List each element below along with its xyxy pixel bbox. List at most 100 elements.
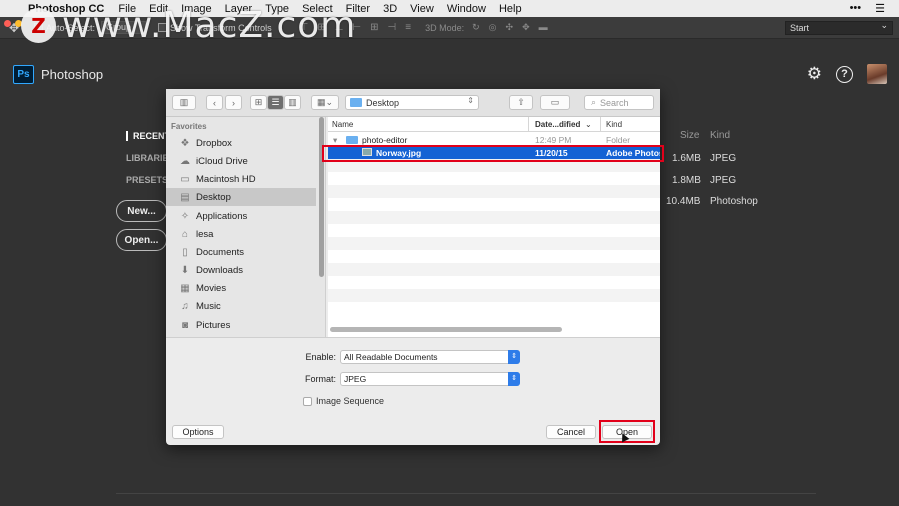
nav-recent[interactable]: RECENT bbox=[126, 131, 170, 141]
updown-icon: ⇕ bbox=[508, 372, 520, 386]
enable-value: All Readable Documents bbox=[344, 352, 438, 362]
sidebar-toggle-icon[interactable]: ▥ bbox=[172, 95, 196, 110]
nav-presets[interactable]: PRESETS bbox=[126, 175, 168, 185]
enable-select[interactable]: All Readable Documents ⇕ bbox=[340, 350, 520, 364]
menu-window[interactable]: Window bbox=[447, 3, 486, 15]
pictures-icon: ◙ bbox=[181, 319, 189, 331]
icon-view-icon[interactable]: ⊞ bbox=[250, 95, 267, 110]
sidebar-item-icloud-drive[interactable]: ☁ iCloud Drive bbox=[166, 152, 316, 170]
camera-icon[interactable]: ▬ bbox=[539, 22, 548, 33]
sidebar-item-pictures[interactable]: ◙ Pictures bbox=[166, 316, 316, 334]
ps-header: Ps Photoshop ⚙ ? bbox=[0, 58, 899, 90]
sidebar-item-macintosh-hd[interactable]: ▭ Macintosh HD bbox=[166, 170, 316, 188]
sidebar-item-documents[interactable]: ▯ Documents bbox=[166, 243, 316, 261]
forward-icon[interactable]: › bbox=[225, 95, 242, 110]
column-view-icon[interactable]: ▥ bbox=[284, 95, 301, 110]
open-button[interactable]: Open... bbox=[116, 229, 167, 251]
empty-row bbox=[328, 211, 660, 224]
recent-size: 1.6MB bbox=[672, 153, 701, 164]
new-button[interactable]: New... bbox=[116, 200, 167, 222]
file-date: 12:49 PM bbox=[535, 135, 572, 145]
column-header-name[interactable]: Name bbox=[332, 120, 353, 129]
highlight-box-file bbox=[322, 145, 664, 162]
sidebar-item-applications[interactable]: ✧ Applications bbox=[166, 207, 316, 225]
size-column-header[interactable]: Size bbox=[680, 130, 699, 141]
workspace-dropdown[interactable]: Start bbox=[785, 19, 893, 35]
help-icon[interactable]: ? bbox=[836, 65, 853, 83]
avatar[interactable] bbox=[867, 64, 887, 84]
horizontal-scrollbar[interactable] bbox=[330, 327, 562, 332]
file-name: photo-editor bbox=[362, 135, 408, 145]
watermark: Z www.MacZ.com bbox=[0, 0, 370, 50]
desktop-icon: ▤ bbox=[180, 191, 190, 203]
back-icon[interactable]: ‹ bbox=[206, 95, 223, 110]
share-icon[interactable]: ⇧ bbox=[509, 95, 533, 110]
chevron-down-icon: ⌄ bbox=[585, 120, 592, 129]
location-popup[interactable]: Desktop ⇕ bbox=[345, 95, 479, 110]
menu-view[interactable]: View bbox=[410, 3, 434, 15]
documents-icon: ▯ bbox=[182, 246, 188, 258]
arrange-icon[interactable]: ▦⌄ bbox=[311, 95, 339, 110]
menu-help[interactable]: Help bbox=[499, 3, 522, 15]
column-header-kind[interactable]: Kind bbox=[606, 120, 622, 129]
file-kind: Folder bbox=[606, 135, 631, 145]
watermark-logo: Z bbox=[21, 8, 56, 43]
cancel-button[interactable]: Cancel bbox=[546, 425, 596, 439]
checkbox-box[interactable] bbox=[303, 396, 312, 406]
kind-column-header[interactable]: Kind bbox=[710, 130, 730, 141]
music-icon: ♫ bbox=[181, 300, 189, 312]
movies-icon: ▦ bbox=[180, 282, 190, 294]
sidebar-item-movies[interactable]: ▦ Movies bbox=[166, 279, 316, 297]
orbit-icon[interactable]: ↻ bbox=[472, 22, 480, 33]
options-button[interactable]: Options bbox=[172, 425, 224, 439]
empty-row bbox=[328, 237, 660, 250]
watermark-text: www.MacZ.com bbox=[62, 5, 357, 46]
sidebar-item-lesa[interactable]: ⌂ lesa bbox=[166, 225, 316, 243]
3d-mode-icons: ↻ ◎ ✣ ✥ ▬ bbox=[472, 22, 548, 33]
tag-icon[interactable]: ▭ bbox=[540, 95, 570, 110]
pan-icon[interactable]: ✣ bbox=[506, 22, 514, 33]
align-right-icon[interactable]: ⊣ bbox=[388, 22, 397, 33]
dialog-options-area: Enable: All Readable Documents ⇕ Format:… bbox=[166, 337, 660, 445]
slide-icon[interactable]: ✥ bbox=[522, 22, 530, 33]
sidebar-item-label: Movies bbox=[196, 282, 227, 294]
dialog-toolbar: ▥ ‹ › ⊞ ☰ ▥ ▦⌄ Desktop ⇕ ⇧ ▭ ⌕ Search bbox=[166, 89, 660, 117]
search-icon: ⌕ bbox=[591, 97, 597, 107]
watermark-logo-letter: Z bbox=[31, 13, 46, 38]
list-icon[interactable]: ☰ bbox=[875, 2, 885, 15]
search-input[interactable]: ⌕ Search bbox=[584, 95, 654, 110]
align-hcenter-icon[interactable]: ⊞ bbox=[370, 22, 378, 33]
sidebar-item-label: Applications bbox=[196, 210, 248, 222]
recent-kind: JPEG bbox=[710, 153, 737, 164]
gear-icon[interactable]: ⚙ bbox=[807, 64, 822, 84]
sidebar-item-downloads[interactable]: ⬇ Downloads bbox=[166, 261, 316, 279]
enable-label: Enable: bbox=[305, 352, 336, 362]
cloud-icon: ☁ bbox=[180, 155, 190, 167]
sidebar-item-label: Dropbox bbox=[196, 137, 232, 149]
file-list-header: Name Date...dified ⌄ Kind bbox=[328, 117, 660, 132]
distribute-icon[interactable]: ≡ bbox=[405, 22, 411, 33]
roll-icon[interactable]: ◎ bbox=[489, 22, 497, 33]
list-view-icon[interactable]: ☰ bbox=[267, 95, 284, 110]
sidebar-item-label: Documents bbox=[196, 246, 245, 258]
menu-3d[interactable]: 3D bbox=[383, 3, 397, 15]
sidebar-item-label: Macintosh HD bbox=[196, 173, 256, 185]
updown-icon: ⇕ bbox=[467, 96, 474, 105]
ps-logo-icon: Ps bbox=[13, 64, 34, 84]
folder-icon bbox=[350, 98, 362, 107]
open-file-dialog: ▥ ‹ › ⊞ ☰ ▥ ▦⌄ Desktop ⇕ ⇧ ▭ ⌕ Search Fa… bbox=[166, 89, 660, 445]
image-sequence-checkbox[interactable]: Image Sequence bbox=[303, 396, 384, 406]
sidebar-item-desktop[interactable]: ▤ Desktop bbox=[166, 188, 316, 206]
empty-row bbox=[328, 185, 660, 198]
empty-row bbox=[328, 289, 660, 302]
format-select[interactable]: JPEG ⇕ bbox=[340, 372, 520, 386]
column-header-date[interactable]: Date...dified bbox=[535, 120, 580, 129]
more-icon[interactable]: ••• bbox=[850, 2, 862, 15]
sidebar-scrollbar[interactable] bbox=[319, 117, 324, 277]
sidebar-item-music[interactable]: ♫ Music bbox=[166, 297, 316, 315]
search-placeholder: Search bbox=[600, 97, 629, 108]
recent-size: 1.8MB bbox=[672, 175, 701, 186]
sidebar-item-label: lesa bbox=[196, 228, 214, 240]
3d-mode-label: 3D Mode: bbox=[425, 22, 465, 33]
sidebar-item-dropbox[interactable]: ❖ Dropbox bbox=[166, 134, 316, 152]
